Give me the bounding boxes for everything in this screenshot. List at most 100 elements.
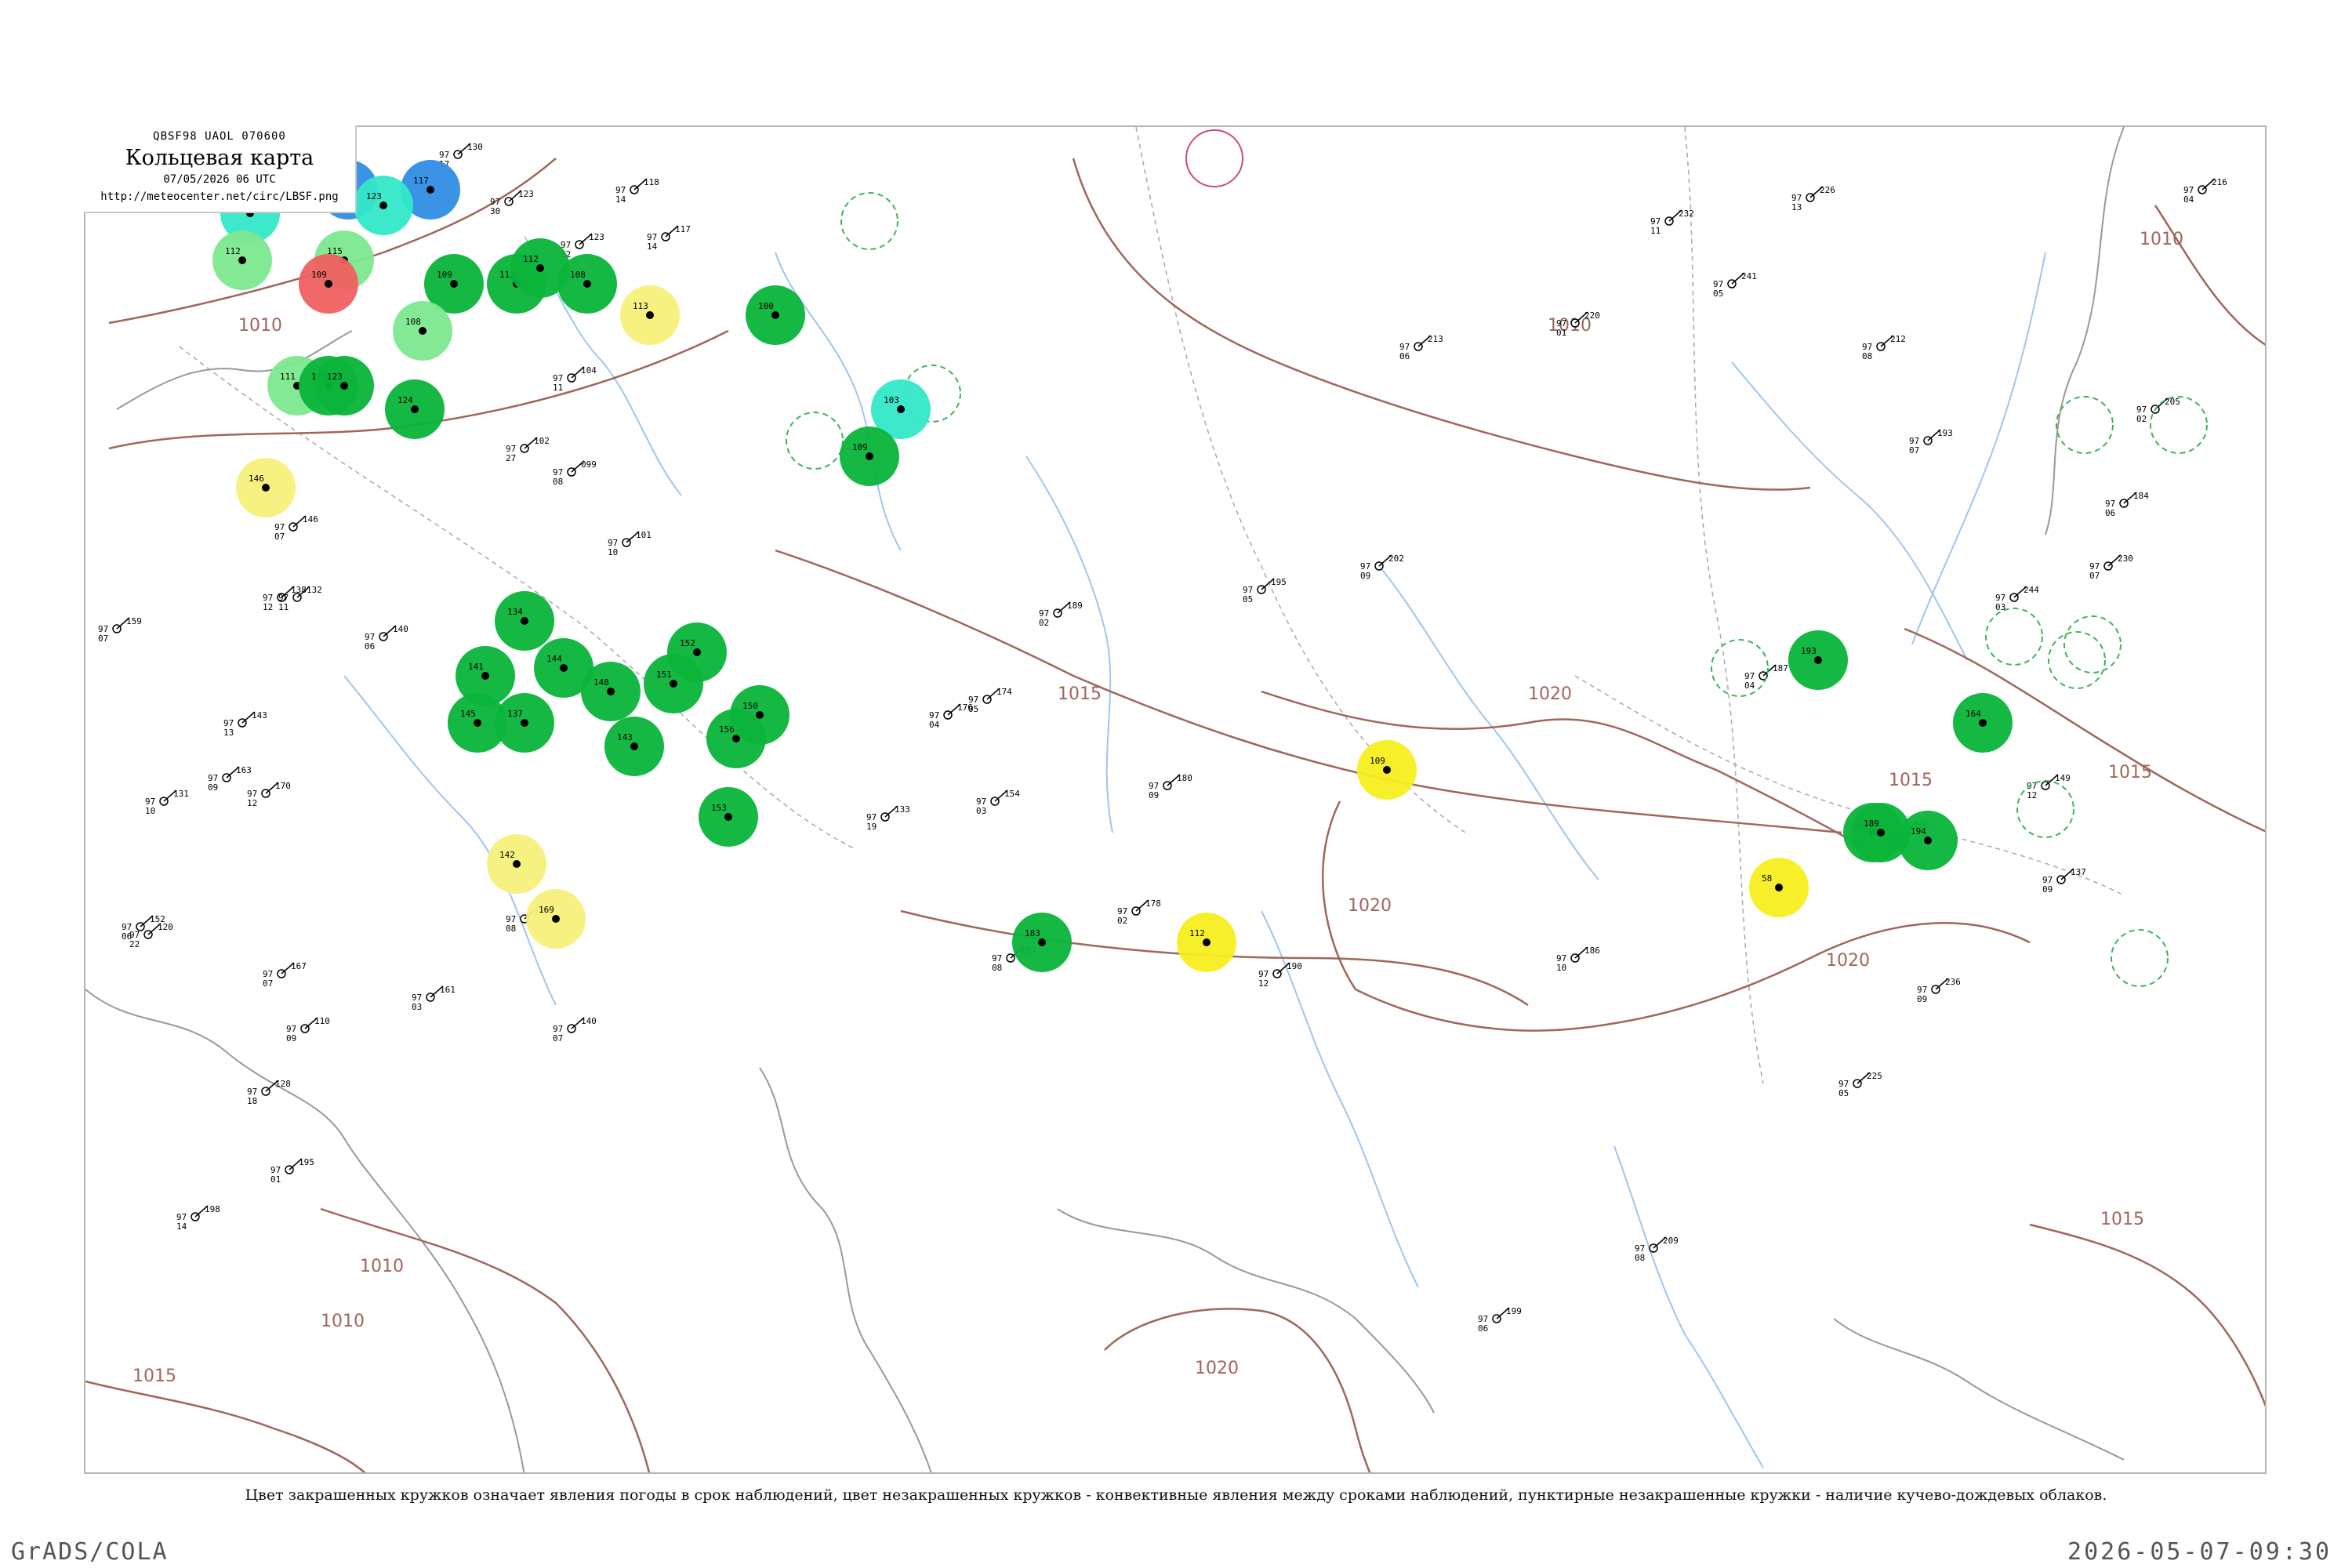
weather-circle-label: 189: [1864, 818, 1879, 829]
station-pressure: 195: [1271, 577, 1287, 587]
station-plot: 1109709: [286, 1016, 330, 1044]
station-pressure: 189: [1067, 601, 1083, 611]
weather-circle-label: 113: [633, 301, 648, 311]
station-pressure: 213: [1428, 334, 1443, 344]
station-dew: 09: [1917, 994, 1927, 1004]
weather-circle-label: 109: [437, 270, 452, 280]
station-dew: 07: [98, 633, 108, 644]
weather-circle: 137: [495, 693, 554, 753]
weather-circle: 108: [393, 301, 452, 361]
map-canvas: 1010 10101010101010151015 1015101510201020…: [85, 127, 2265, 1472]
station-dew: 12: [2027, 790, 2037, 800]
weather-circle: 58: [1749, 858, 1809, 917]
station-pressure: 180: [1177, 773, 1192, 783]
station-dew: 27: [506, 453, 516, 463]
station-pressure: 226: [1820, 185, 1835, 195]
station-dew: 09: [286, 1033, 296, 1044]
station-dew: 10: [608, 547, 618, 557]
station-pressure: 159: [126, 616, 142, 626]
weather-circle-label: 109: [852, 442, 868, 452]
convective-circle: [2056, 396, 2114, 454]
station-pressure: 140: [581, 1016, 597, 1026]
weather-circle-label: 58: [1762, 873, 1772, 884]
station-plot: 0999708: [553, 459, 597, 487]
station-plot: 1899702: [1039, 601, 1083, 628]
station-plot: 2139706: [1399, 334, 1443, 361]
station-marker: [646, 311, 654, 319]
station-plot: 1189714: [615, 177, 659, 205]
station-plot: 2419705: [1713, 271, 1757, 299]
station-plot: 1789702: [1117, 898, 1161, 926]
station-dew: 09: [2042, 884, 2053, 895]
station-pressure: 209: [1663, 1236, 1679, 1246]
station-plot: 2269713: [1791, 185, 1835, 212]
border: [1684, 127, 1764, 1084]
weather-circle-label: 112: [225, 246, 241, 256]
station-pressure: 117: [675, 224, 691, 234]
weather-circle-label: 111: [280, 372, 296, 382]
station-pressure: 199: [1506, 1306, 1522, 1316]
convective-circle: [1985, 608, 2043, 666]
station-dew: 05: [1838, 1088, 1849, 1098]
station-plot: 1019710: [608, 530, 652, 557]
isobar-label: 1020: [1826, 951, 1870, 971]
station-marker: [670, 680, 677, 688]
weather-circle-label: 123: [366, 191, 382, 201]
weather-circle: 146: [236, 458, 296, 517]
station-pressure: 120: [158, 922, 173, 932]
coastline: [1057, 1208, 1435, 1414]
weather-circle: 148: [581, 662, 641, 721]
station-plot: 1289718: [247, 1079, 291, 1106]
isobar-label: 1020: [1348, 896, 1392, 916]
station-dew: 07: [1909, 445, 1919, 456]
station-dew: 12: [263, 602, 273, 612]
station-pressure: 216: [2212, 177, 2227, 187]
station-plot: 1239730: [490, 189, 534, 216]
station-marker: [238, 256, 246, 264]
weather-circle-label: 145: [460, 709, 476, 719]
station-dew: 02: [1039, 618, 1049, 628]
station-pressure: 123: [518, 189, 534, 199]
station-marker: [756, 711, 764, 719]
station-dew: 07: [274, 532, 285, 542]
station-plot: 1339719: [866, 804, 910, 832]
station-plot: 1379709: [2042, 867, 2086, 895]
station-marker: [1383, 766, 1391, 774]
station-plot: 2259705: [1838, 1071, 1882, 1098]
station-plot: 1989714: [176, 1204, 220, 1232]
weather-circle-label: 134: [507, 607, 523, 617]
convective-circle: [2111, 929, 2169, 987]
station-marker: [521, 719, 528, 727]
station-marker: [419, 327, 426, 335]
station-dew: 14: [647, 241, 658, 252]
weather-circle: 142: [487, 834, 546, 894]
synoptic-map: 1010 1010 1010 1010 1015 1015 1015 1015 1020 1020…: [84, 125, 2267, 1474]
station-plot: 1849706: [2105, 491, 2149, 518]
station-pressure: 137: [2071, 867, 2086, 877]
convective-circle: [2048, 631, 2106, 689]
station-pressure: 193: [1937, 428, 1953, 438]
station-pressure: 161: [440, 985, 456, 995]
weather-circle-label: 144: [546, 654, 562, 664]
bulletin-codes: QBSF98 UAOL 070600: [153, 130, 286, 143]
map-title-box: QBSF98 UAOL 070600 Кольцевая карта 07/05…: [84, 125, 357, 213]
station-dew: 09: [1149, 790, 1159, 800]
station-dew: 01: [1556, 328, 1566, 338]
convective-circle: [840, 192, 898, 250]
weather-circle-label: 141: [468, 662, 484, 672]
rivers-layer: [343, 236, 2046, 1468]
isobar-label: 1010: [321, 1312, 365, 1331]
weather-circle: 109: [299, 254, 358, 314]
weather-circle: 153: [699, 787, 758, 847]
station-marker: [426, 186, 434, 194]
station-dew: 10: [145, 806, 155, 816]
station-dew: 08: [992, 963, 1002, 973]
weather-circle-label: 137: [507, 709, 523, 719]
station-marker: [536, 264, 544, 272]
weather-circle: 164: [1953, 693, 2013, 753]
isobar-1020: [1104, 1308, 1371, 1472]
station-plot: 1769704: [929, 702, 973, 730]
weather-circle-label: 109: [1370, 756, 1385, 766]
river: [1731, 361, 1968, 661]
station-marker: [1038, 938, 1046, 946]
